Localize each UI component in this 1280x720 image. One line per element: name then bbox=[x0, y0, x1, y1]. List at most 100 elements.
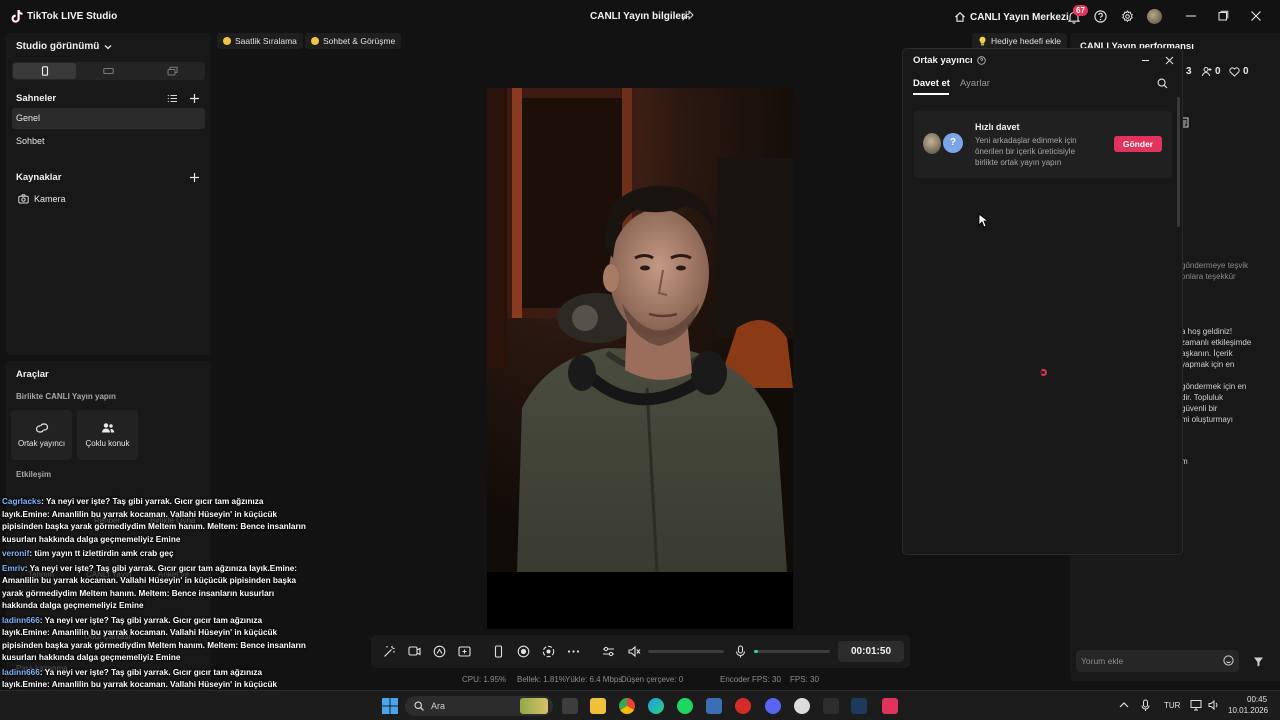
speaker-icon[interactable] bbox=[1208, 699, 1220, 711]
tiktok-logo-icon bbox=[11, 10, 23, 23]
panel-tip-line: göndermeye teşvik bbox=[1181, 261, 1249, 270]
filter-icon[interactable] bbox=[1253, 656, 1264, 667]
help-icon[interactable] bbox=[1094, 10, 1107, 23]
dual-orientation-button[interactable] bbox=[141, 63, 204, 79]
gift-goal-pill[interactable]: Hediye hedefi ekle bbox=[972, 33, 1067, 49]
co-host-title-label: Ortak yayıncı bbox=[913, 55, 973, 66]
effects-icon[interactable] bbox=[408, 645, 421, 658]
terminal-icon[interactable] bbox=[823, 698, 839, 714]
edge-icon[interactable] bbox=[648, 698, 664, 714]
likes-stat: 0 bbox=[1229, 66, 1249, 77]
search-icon[interactable] bbox=[1157, 78, 1168, 89]
windows-taskbar: Ara TUR 00:45 10.01.2026 bbox=[0, 690, 1280, 720]
task-view-icon[interactable] bbox=[562, 698, 578, 714]
language-indicator[interactable]: TUR bbox=[1164, 701, 1180, 710]
settings-app-icon[interactable] bbox=[706, 698, 722, 714]
speaker-muted-icon[interactable] bbox=[628, 645, 641, 658]
add-user-icon bbox=[1202, 67, 1212, 77]
scene-item-genel[interactable]: Genel bbox=[12, 108, 205, 129]
stream-info-title[interactable]: CANLI Yayın bilgileri bbox=[590, 11, 688, 22]
hourly-ranking-pill[interactable]: Saatlik Sıralama bbox=[217, 33, 303, 49]
welcome-line: dir. Topluluk bbox=[1181, 393, 1224, 402]
more-options-icon[interactable] bbox=[567, 645, 580, 658]
unknown-user-icon: ? bbox=[943, 133, 963, 153]
live-capture-icon[interactable] bbox=[542, 645, 555, 658]
info-icon[interactable] bbox=[976, 56, 986, 65]
heart-icon bbox=[1229, 66, 1240, 77]
speaker-volume-slider[interactable] bbox=[648, 650, 724, 653]
co-host-tool-button[interactable]: Ortak yayıncı bbox=[11, 410, 72, 460]
source-item-camera[interactable]: Kamera bbox=[18, 194, 66, 204]
user-avatar[interactable] bbox=[1147, 9, 1162, 24]
chat-username: veronif bbox=[2, 549, 30, 558]
maximize-window-icon[interactable] bbox=[1217, 10, 1229, 22]
emoji-icon[interactable] bbox=[1223, 655, 1234, 666]
opera-icon[interactable] bbox=[735, 698, 751, 714]
tiktok-live-studio-icon[interactable] bbox=[882, 698, 898, 714]
chat-username: Cagrlacks bbox=[2, 497, 42, 506]
microphone-volume-slider[interactable] bbox=[754, 650, 830, 653]
co-host-dialog: Ortak yayıncı Davet et Ayarlar ? Hızlı d… bbox=[902, 48, 1183, 555]
clock-app-icon[interactable] bbox=[794, 698, 810, 714]
source-item-label: Kamera bbox=[34, 194, 66, 204]
add-scene-frame-icon[interactable] bbox=[458, 645, 471, 658]
microphone-icon[interactable] bbox=[734, 645, 747, 658]
live-together-subheading: Birlikte CANLI Yayın yapın bbox=[16, 392, 116, 401]
panel-tip-line: onlara teşekkür bbox=[1181, 272, 1236, 281]
settings-gear-icon[interactable] bbox=[1121, 10, 1134, 23]
microphone-level-fill bbox=[754, 650, 758, 653]
minimize-window-icon[interactable] bbox=[1185, 10, 1197, 22]
tab-settings[interactable]: Ayarlar bbox=[960, 78, 990, 89]
coin-icon bbox=[223, 37, 231, 45]
landscape-orientation-button[interactable] bbox=[77, 63, 140, 79]
comment-placeholder: Yorum ekle bbox=[1081, 656, 1124, 666]
scene-item-sohbet[interactable]: Sohbet bbox=[12, 131, 205, 152]
quick-invite-card: ? Hızlı davet Yeni arkadaşlar edinmek iç… bbox=[914, 111, 1172, 178]
welcome-line: mi oluşturmayı bbox=[1181, 415, 1234, 424]
phone-icon[interactable] bbox=[492, 645, 505, 658]
live-center-label: CANLI Yayın Merkezi bbox=[970, 11, 1069, 23]
scene-list-icon[interactable] bbox=[167, 93, 178, 104]
chat-message: Cagrlacks: Ya neyi ver işte? Taş gibi ya… bbox=[2, 496, 307, 546]
gift-goal-label: Hediye hedefi ekle bbox=[991, 36, 1061, 46]
dropped-frames-stat: Düşen çerçeve: 0 bbox=[621, 675, 684, 684]
close-dialog-icon[interactable] bbox=[1165, 56, 1174, 65]
active-tab-indicator bbox=[913, 93, 949, 95]
chat-message: veronif: tüm yayın tt izlettirdin amk cr… bbox=[2, 548, 307, 561]
chat-text: : Ya neyi ver işte? Taş gibi yarrak. Gıc… bbox=[2, 497, 306, 544]
close-window-icon[interactable] bbox=[1250, 10, 1262, 22]
studio-view-dropdown[interactable]: Studio görünümü bbox=[16, 41, 112, 52]
stream-control-bar: 00:01:50 bbox=[371, 635, 910, 668]
enhance-icon[interactable] bbox=[433, 645, 446, 658]
share-icon[interactable] bbox=[682, 10, 694, 22]
taskbar-search[interactable]: Ara bbox=[405, 696, 553, 716]
send-invite-button[interactable]: Gönder bbox=[1114, 136, 1162, 152]
monitor-icon[interactable] bbox=[1190, 699, 1202, 711]
live-center-link[interactable]: CANLI Yayın Merkezi bbox=[954, 10, 1069, 24]
comment-input[interactable]: Yorum ekle bbox=[1076, 650, 1239, 672]
windows-start-icon[interactable] bbox=[382, 698, 398, 714]
chrome-icon[interactable] bbox=[619, 698, 635, 714]
tab-invite[interactable]: Davet et bbox=[913, 78, 950, 89]
clock-date[interactable]: 10.01.2026 bbox=[1228, 706, 1268, 715]
dialog-scrollbar[interactable] bbox=[1177, 97, 1180, 227]
discord-icon[interactable] bbox=[765, 698, 781, 714]
multi-guest-tool-button[interactable]: Çoklu konuk bbox=[77, 410, 138, 460]
chevron-up-icon[interactable] bbox=[1119, 701, 1129, 709]
chat-meet-pill[interactable]: Sohbet & Görüşme bbox=[305, 33, 402, 49]
chevron-down-icon bbox=[104, 44, 112, 49]
microphone-tray-icon[interactable] bbox=[1141, 699, 1150, 712]
record-icon[interactable] bbox=[517, 645, 530, 658]
spotify-icon[interactable] bbox=[677, 698, 693, 714]
magic-wand-icon[interactable] bbox=[383, 645, 396, 658]
file-explorer-icon[interactable] bbox=[590, 698, 606, 714]
minimize-dialog-icon[interactable] bbox=[1141, 56, 1150, 65]
add-scene-icon[interactable] bbox=[189, 93, 200, 104]
clock-time[interactable]: 00:45 bbox=[1247, 695, 1267, 704]
audio-mixer-icon[interactable] bbox=[602, 645, 615, 658]
steam-icon[interactable] bbox=[851, 698, 867, 714]
add-source-icon[interactable] bbox=[189, 172, 200, 183]
tools-heading: Araçlar bbox=[16, 369, 49, 380]
memory-stat: Bellek: 1.81% bbox=[517, 675, 566, 684]
portrait-orientation-button[interactable] bbox=[13, 63, 76, 79]
